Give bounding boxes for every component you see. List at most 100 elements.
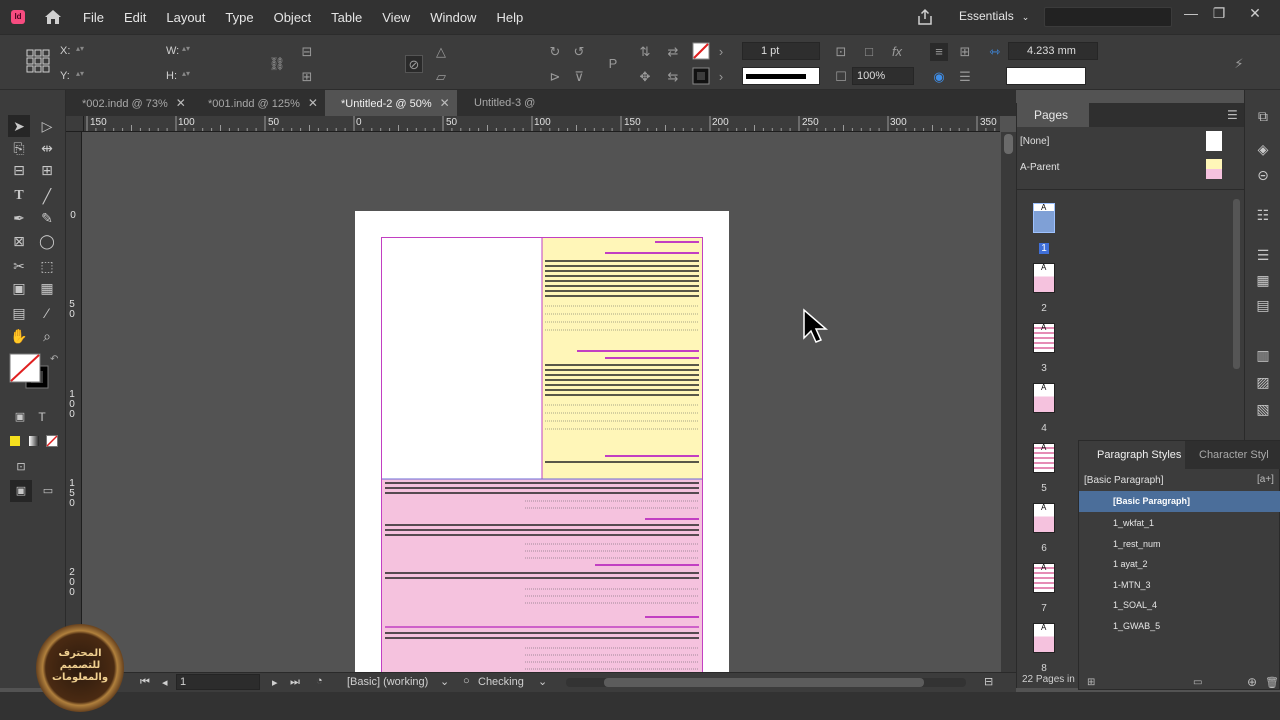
a-parent-thumb[interactable]	[1206, 159, 1222, 179]
style-item[interactable]: 1_wkfat_1	[1113, 518, 1154, 528]
menu-file[interactable]: File	[73, 10, 114, 25]
pen-tool-icon[interactable]: ✒	[8, 207, 30, 229]
free-transform-tool-icon[interactable]: ⬚	[36, 255, 58, 277]
select-content-icon[interactable]: ✥	[636, 68, 654, 86]
x-stepper[interactable]: ▴▾	[76, 44, 84, 54]
scale-x-icon[interactable]: ⊟	[298, 43, 316, 61]
restore-icon[interactable]: ❐	[1208, 5, 1230, 25]
zoom-tool-icon[interactable]: ⌕	[36, 325, 58, 347]
eyedropper-tool-icon[interactable]: ⁄	[36, 302, 58, 324]
text-wrap-icon[interactable]: ⊡	[832, 43, 850, 61]
vertical-ruler[interactable]: 0 50 100 150 200	[66, 132, 82, 676]
w-stepper[interactable]: ▴▾	[182, 44, 190, 54]
none-parent-thumb[interactable]	[1206, 131, 1222, 151]
swatches-icon[interactable]: ▦	[1253, 270, 1273, 290]
rectangle-frame-tool-icon[interactable]: ⊠	[8, 230, 30, 252]
ellipse-tool-icon[interactable]: ◯	[36, 230, 58, 252]
rotate-ccw-icon[interactable]: ↺	[570, 43, 588, 61]
menu-view[interactable]: View	[372, 10, 420, 25]
scale-y-icon[interactable]: ⊞	[298, 68, 316, 86]
stroke-weight-field[interactable]: 1 pt	[742, 42, 820, 60]
gradient-swatch-tool-icon[interactable]: ▣	[8, 277, 30, 299]
select-container-icon[interactable]: P	[604, 55, 622, 73]
page-thumbnail[interactable]: A	[1033, 623, 1055, 653]
menu-window[interactable]: Window	[420, 10, 486, 25]
h-stepper[interactable]: ▴▾	[182, 69, 190, 79]
scroll-thumb[interactable]	[604, 678, 924, 687]
chevron-down-icon[interactable]: ⌄	[538, 675, 547, 688]
align-icon[interactable]: ≡	[930, 43, 948, 61]
page-thumbnail[interactable]: A	[1033, 203, 1055, 233]
checkbox-icon[interactable]: ☐	[832, 68, 850, 86]
page-thumbnail[interactable]: A	[1033, 503, 1055, 533]
menu-edit[interactable]: Edit	[114, 10, 156, 25]
horizontal-scrollbar[interactable]	[566, 678, 966, 687]
gap-tool-icon[interactable]: ⇹	[36, 137, 58, 159]
select-group-icon[interactable]: ⇆	[664, 68, 682, 86]
chevron-right-icon[interactable]: ›	[712, 43, 730, 61]
selection-tool-icon[interactable]: ➤	[8, 115, 30, 137]
style-item[interactable]: 1-MTN_3	[1113, 580, 1151, 590]
style-item[interactable]: 1_rest_num	[1113, 539, 1161, 549]
select-next-icon[interactable]: ⇄	[664, 43, 682, 61]
tab-paragraph-styles[interactable]: Paragraph Styles	[1079, 441, 1185, 469]
frame-icon[interactable]: □	[860, 43, 878, 61]
apply-none-swatch-icon[interactable]	[46, 435, 58, 447]
vertical-scrollbar[interactable]	[1001, 132, 1016, 676]
menu-type[interactable]: Type	[215, 10, 263, 25]
select-prev-icon[interactable]: ⇅	[636, 43, 654, 61]
style-status[interactable]: [Basic] (working)	[347, 676, 428, 688]
workspace-switcher[interactable]: Essentials ⌄	[959, 9, 1029, 23]
gradient-feather-tool-icon[interactable]: ▦	[36, 277, 58, 299]
stroke-swatch-icon[interactable]	[692, 67, 710, 85]
apply-color-swatch-icon[interactable]	[10, 436, 20, 446]
color-icon[interactable]: ▤	[1253, 295, 1273, 315]
delete-style-icon[interactable]: 🗑	[1265, 676, 1279, 689]
style-item[interactable]: 1_SOAL_4	[1113, 600, 1157, 610]
close-tab-icon[interactable]: ✕	[176, 96, 186, 110]
table-icon[interactable]: ▥	[1253, 345, 1273, 365]
fx-icon[interactable]: fx	[888, 43, 906, 61]
chevron-down-icon[interactable]: ⌄	[440, 675, 449, 688]
menu-layout[interactable]: Layout	[156, 10, 215, 25]
hand-tool-icon[interactable]: ✋	[8, 325, 30, 347]
links-icon[interactable]: ⊝	[1253, 165, 1273, 185]
properties-icon[interactable]: ☷	[1253, 205, 1273, 225]
page-thumbnail[interactable]: A	[1033, 443, 1055, 473]
distribute-spacing-icon[interactable]: ☰	[956, 68, 974, 86]
a-parent[interactable]: A-Parent	[1020, 162, 1059, 173]
fill-none-swatch-icon[interactable]	[692, 42, 710, 60]
scissors-tool-icon[interactable]: ✂	[8, 255, 30, 277]
stroke-icon[interactable]: ☰	[1253, 245, 1273, 265]
stroke-type-dropdown[interactable]	[742, 67, 820, 85]
line-tool-icon[interactable]: ╱	[36, 185, 58, 207]
rotate-icon[interactable]: △	[432, 43, 450, 61]
opacity-field[interactable]: 100%	[852, 67, 914, 85]
close-tab-icon[interactable]: ✕	[440, 96, 450, 110]
object-style-dropdown[interactable]	[1006, 67, 1086, 85]
page-number-field[interactable]: 1	[176, 674, 260, 690]
style-basic-paragraph[interactable]: [Basic Paragraph]	[1113, 496, 1190, 506]
gap-tool-icon[interactable]: ⇿	[986, 43, 1004, 61]
next-page-icon[interactable]: ▸	[272, 676, 278, 689]
minimize-icon[interactable]: —	[1180, 5, 1202, 25]
pencil-tool-icon[interactable]: ✎	[36, 207, 58, 229]
layers-icon[interactable]: ◈	[1253, 139, 1273, 159]
gap-field[interactable]: 4.233 mm	[1008, 42, 1098, 60]
tab-002[interactable]: *002.indd @ 73% ✕	[66, 90, 188, 116]
page-tool-icon[interactable]: ⎘	[8, 137, 30, 159]
prev-page-icon[interactable]: ◂	[162, 676, 168, 689]
formatting-text-icon[interactable]: T	[33, 408, 51, 426]
pasteboard[interactable]	[84, 132, 1000, 676]
panel-menu-icon[interactable]: ☰	[1227, 108, 1238, 122]
shear-icon[interactable]: ▱	[432, 68, 450, 86]
fill-stroke-swatch-icon[interactable]: ↶	[8, 352, 60, 394]
preflight-status[interactable]: Checking	[478, 676, 524, 688]
split-layout-icon[interactable]: ⊟	[984, 675, 993, 688]
note-tool-icon[interactable]: ▤	[8, 302, 30, 324]
pages-panel-title[interactable]: Pages	[1017, 103, 1089, 127]
content-collector-icon[interactable]: ⊟	[8, 159, 30, 181]
tab-untitled-2[interactable]: *Untitled-2 @ 50% ✕	[325, 90, 457, 116]
folder-icon[interactable]: ▭	[1193, 677, 1202, 688]
menu-table[interactable]: Table	[321, 10, 372, 25]
